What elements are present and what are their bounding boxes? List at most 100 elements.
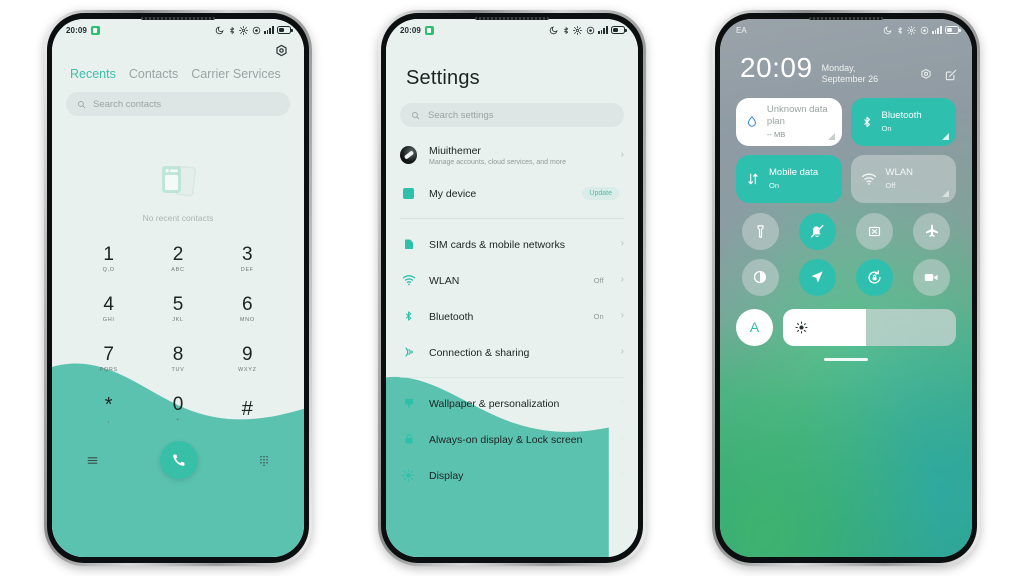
brightness-slider-fill [783, 308, 867, 346]
dial-key-7[interactable]: 7 PQRS [74, 337, 143, 381]
settings-row-sim-cards[interactable]: SIM cards & mobile networks › [386, 226, 638, 262]
chevron-right-icon: › [620, 397, 624, 408]
toggle-dark-mode[interactable] [741, 258, 779, 296]
dial-key-letters: MNO [239, 317, 255, 323]
account-subtitle: Manage accounts, cloud services, and mor… [429, 158, 566, 166]
dial-key-1[interactable]: 1 Q,O [74, 237, 143, 281]
dial-key-6[interactable]: 6 MNO [213, 287, 282, 331]
settings-row-bluetooth[interactable]: Bluetooth On › [386, 298, 638, 334]
tile-bluetooth[interactable]: Bluetooth On [850, 97, 956, 146]
menu-icon[interactable] [86, 454, 99, 467]
tile-subtitle: On [769, 181, 780, 191]
search-icon [412, 111, 420, 119]
tile-mobile-data[interactable]: Mobile data On [736, 154, 842, 203]
toggle-silent-mode[interactable] [798, 212, 836, 250]
chevron-right-icon: › [620, 469, 624, 480]
dial-key-number: 9 [242, 344, 253, 365]
toggle-screen-recorder[interactable] [913, 258, 951, 296]
settings-gear-icon[interactable] [919, 68, 933, 82]
signal-bars-icon [932, 26, 942, 34]
dial-key-9[interactable]: 9 WXYZ [213, 337, 282, 381]
settings-row-lock-screen[interactable]: Always-on display & Lock screen › [386, 421, 638, 457]
bluetooth-icon [863, 116, 870, 127]
settings-row-account[interactable]: Miuithemer Manage accounts, cloud servic… [386, 135, 638, 175]
my-device-icon [400, 187, 417, 199]
settings-row-display[interactable]: Display › [386, 457, 638, 493]
status-bar-left: 20:09 [400, 25, 434, 35]
brightness-icon [795, 320, 808, 334]
tile-expand-icon[interactable] [827, 132, 835, 140]
phone-bezel: EA 20:09 Monday, September 26 Unknown da… [715, 13, 977, 563]
dial-key-5[interactable]: 5 JKL [143, 287, 212, 331]
toggle-airplane-mode[interactable] [913, 212, 951, 250]
tab-contacts[interactable]: Contacts [129, 67, 178, 81]
brightness-row: A [720, 296, 972, 346]
settings-item-label: SIM cards & mobile networks [429, 239, 565, 251]
toggle-flashlight[interactable] [741, 212, 779, 250]
dial-key-4[interactable]: 4 GHI [74, 287, 143, 331]
chevron-right-icon: › [620, 274, 624, 285]
chevron-right-icon: › [620, 310, 624, 321]
settings-row-connection-sharing[interactable]: Connection & sharing › [386, 334, 638, 370]
settings-row-wlan[interactable]: WLAN Off › [386, 262, 638, 298]
control-center: EA 20:09 Monday, September 26 Unknown da… [720, 19, 972, 557]
status-time: 20:09 [66, 25, 87, 35]
dial-key-3[interactable]: 3 DEF [213, 237, 282, 281]
auto-brightness-button[interactable]: A [736, 308, 773, 346]
dialer-app: 20:09 Recents Contacts Carrier Services … [52, 19, 304, 557]
dial-key-number: * [104, 393, 113, 416]
tile-title: WLAN [885, 166, 913, 178]
tile-expand-icon[interactable] [942, 189, 949, 197]
edit-icon[interactable] [944, 68, 958, 82]
status-time: 20:09 [400, 25, 421, 35]
dial-key-letters: + [176, 417, 180, 423]
toggle-location[interactable] [798, 258, 836, 296]
bluetooth-icon [897, 26, 902, 34]
wifi-icon [402, 275, 415, 286]
tab-recents[interactable]: Recents [70, 67, 116, 81]
search-contacts-input[interactable]: Search contacts [66, 92, 290, 116]
screen-control-center: EA 20:09 Monday, September 26 Unknown da… [720, 19, 972, 557]
dial-key-number: 4 [103, 294, 114, 315]
settings-item-value: Off [593, 275, 604, 285]
dial-key-number: 3 [242, 244, 253, 265]
search-settings-placeholder: Search settings [428, 109, 494, 121]
search-settings-input[interactable]: Search settings [400, 103, 624, 127]
update-badge[interactable]: Update [582, 186, 619, 200]
dial-key-letters: Q,O [102, 267, 115, 273]
toggle-auto-rotate[interactable] [856, 258, 894, 296]
wallpaper-icon [404, 399, 413, 408]
keypad-icon[interactable] [258, 454, 270, 467]
settings-row-wallpaper[interactable]: Wallpaper & personalization › [386, 385, 638, 421]
dial-key-number: 8 [172, 344, 184, 365]
dial-key-number: 5 [172, 294, 184, 315]
brightness-slider[interactable] [783, 308, 956, 346]
dial-key-8[interactable]: 8 TUV [143, 337, 212, 381]
tile-data-plan[interactable]: Unknown data plan -- MB [736, 97, 842, 146]
dialer-toolbar [52, 41, 304, 59]
tile-wlan[interactable]: WLAN Off [850, 154, 956, 203]
dial-key-star[interactable]: *, [74, 387, 143, 431]
toggle-cast-screen[interactable] [856, 212, 894, 250]
notification-badge-icon [90, 25, 100, 35]
settings-gear-icon[interactable] [274, 44, 289, 59]
battery-icon [945, 26, 961, 34]
call-button[interactable] [159, 441, 198, 479]
phone-device-dialer: 20:09 Recents Contacts Carrier Services … [44, 10, 312, 566]
dial-key-number: 1 [103, 244, 114, 265]
tab-carrier-services[interactable]: Carrier Services [191, 67, 281, 81]
phone-bezel: 20:09 Recents Contacts Carrier Services … [47, 13, 309, 563]
wifi-icon [861, 173, 876, 185]
settings-row-my-device[interactable]: My device Update [386, 175, 638, 211]
dial-key-0[interactable]: 0 + [143, 387, 212, 431]
dial-key-letters: , [107, 414, 111, 424]
dial-key-hash[interactable]: # [213, 387, 282, 431]
phone-bezel: 20:09 Settings Search settings Miuitheme… [381, 13, 643, 563]
screen-dialer: 20:09 Recents Contacts Carrier Services … [52, 19, 304, 557]
tile-expand-icon[interactable] [942, 132, 949, 140]
airplane-icon [925, 224, 938, 237]
battery-icon [277, 26, 293, 34]
dial-key-2[interactable]: 2 ABC [143, 237, 212, 281]
phone-device-control-center: EA 20:09 Monday, September 26 Unknown da… [712, 10, 980, 566]
search-contacts-placeholder: Search contacts [93, 98, 162, 110]
